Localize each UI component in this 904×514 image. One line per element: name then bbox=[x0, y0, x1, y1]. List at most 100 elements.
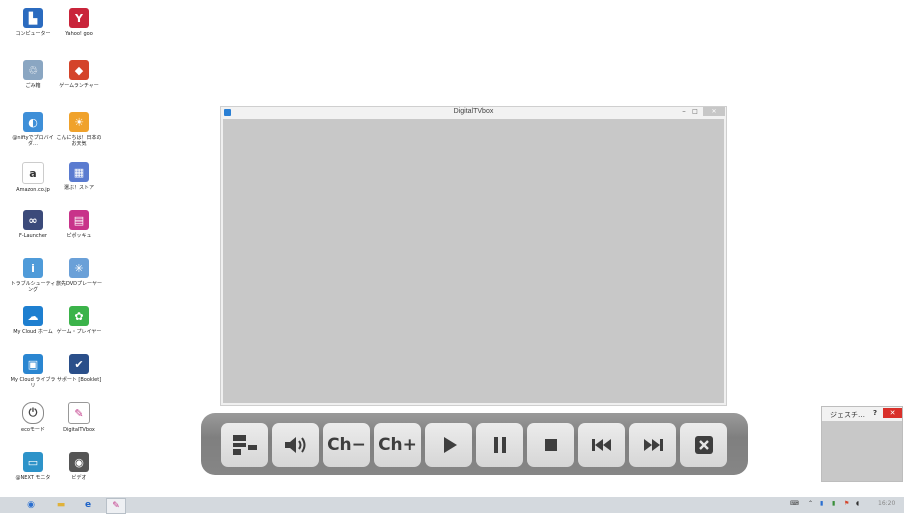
window-titlebar[interactable]: DigitalTVbox – □ ✕ bbox=[221, 107, 726, 119]
desktop-icon-mycloud-home[interactable]: ☁ My Cloud ホーム bbox=[9, 304, 57, 352]
desktop-icon-label: こんにちは！日本のお天気 bbox=[56, 135, 102, 147]
gesture-titlebar[interactable]: ジェスチ… ? ✕ bbox=[822, 407, 902, 421]
flag-icon[interactable]: ⚑ bbox=[844, 500, 849, 507]
launcher-icon: ∞ bbox=[23, 210, 43, 230]
desktop-icon-label: トラブルシューティング bbox=[10, 281, 56, 293]
desktop-icon-eco[interactable]: ⏻ ecoモード bbox=[9, 400, 57, 448]
game-icon: ◆ bbox=[69, 60, 89, 80]
taskbar-digitaltvbox[interactable]: ✎ bbox=[106, 498, 126, 514]
yahoo-icon: Y bbox=[69, 8, 89, 28]
skip-forward-icon bbox=[643, 439, 663, 451]
video-area[interactable] bbox=[223, 119, 724, 403]
desktop-icon-label: ピポッキュ bbox=[66, 233, 92, 239]
desktop-icon-weather[interactable]: ☀ こんにちは！日本のお天気 bbox=[55, 110, 103, 158]
power-icon: ⏻ bbox=[22, 402, 44, 424]
speaker-icon bbox=[284, 437, 305, 453]
desktop-icon-label: @niftyでプロバイダ… bbox=[12, 135, 54, 147]
window-title: DigitalTVbox bbox=[453, 108, 494, 115]
internet-explorer-icon[interactable]: e bbox=[79, 498, 97, 512]
desktop-icon-amazon[interactable]: a Amazon.co.jp bbox=[9, 160, 57, 208]
keyboard-icon[interactable]: ⌨ bbox=[790, 500, 799, 507]
computer-icon: ▙ bbox=[23, 8, 43, 28]
desktop-icon-label: サポート [Booklet] bbox=[56, 377, 102, 383]
desktop-icon-computer[interactable]: ▙ コンピューター bbox=[9, 6, 57, 54]
desktop-icon-video[interactable]: ◉ ビデオ bbox=[55, 450, 103, 498]
play-button[interactable] bbox=[425, 423, 472, 467]
desktop-icon-yahoo[interactable]: Y Yahoo! goo bbox=[55, 6, 103, 54]
recycle-bin-icon: ♲ bbox=[23, 60, 43, 80]
desktop-icon-support[interactable]: ✔ サポート [Booklet] bbox=[55, 352, 103, 400]
desktop-icon-label: @NEXT モニタ bbox=[15, 475, 51, 481]
minimize-button[interactable]: – bbox=[679, 107, 689, 117]
chevron-up-icon[interactable]: ⌃ bbox=[808, 500, 813, 507]
layout-icon bbox=[232, 435, 257, 455]
desktop-icon-game-launcher[interactable]: ◆ ゲームランチャー bbox=[55, 58, 103, 106]
store-icon: ▦ bbox=[69, 162, 89, 182]
channel-down-button[interactable]: Ch− bbox=[323, 423, 370, 467]
desktop-icon-label: F-Launcher bbox=[19, 233, 47, 239]
desktop-icon-next-monitor[interactable]: ▭ @NEXT モニタ bbox=[9, 450, 57, 498]
next-button[interactable] bbox=[629, 423, 676, 467]
taskbar: ◉ ▬ e ✎ ⌨ ⌃ ▮ ▮ ⚑ ◖ 16:20 bbox=[0, 497, 904, 514]
volume-button[interactable] bbox=[272, 423, 319, 467]
desktop-icon-label: Amazon.co.jp bbox=[16, 187, 50, 193]
close-button[interactable]: ✕ bbox=[703, 107, 725, 116]
amazon-icon: a bbox=[22, 162, 44, 184]
pause-icon bbox=[493, 437, 506, 453]
pause-button[interactable] bbox=[476, 423, 523, 467]
desktop-icon-troubleshoot[interactable]: i トラブルシューティング bbox=[9, 256, 57, 304]
desktop-icon-label: Yahoo! goo bbox=[65, 31, 93, 37]
stop-icon bbox=[544, 439, 557, 451]
maximize-button[interactable]: □ bbox=[690, 107, 700, 117]
desktop-icon-label: My Cloud ライブラリ bbox=[10, 377, 56, 389]
play-icon bbox=[443, 437, 457, 453]
cloud-icon: ☁ bbox=[23, 306, 43, 326]
desktop-icon-mycloud-library[interactable]: ▣ My Cloud ライブラリ bbox=[9, 352, 57, 400]
desktop-icon-nifty[interactable]: ◐ @niftyでプロバイダ… bbox=[9, 110, 57, 158]
library-icon: ▣ bbox=[23, 354, 43, 374]
help-button[interactable]: ? bbox=[873, 409, 877, 417]
desktop-icon-pipokyu[interactable]: ▤ ピポッキュ bbox=[55, 208, 103, 256]
gesture-window: ジェスチ… ? ✕ bbox=[821, 406, 903, 482]
stop-button[interactable] bbox=[527, 423, 574, 467]
control-bar: Ch− Ch+ bbox=[201, 413, 748, 475]
previous-button[interactable] bbox=[578, 423, 625, 467]
close-icon bbox=[694, 436, 713, 454]
channel-up-button[interactable]: Ch+ bbox=[374, 423, 421, 467]
desktop-icon-digitaltvbox[interactable]: ✎ DigitalTVbox bbox=[55, 400, 103, 448]
checkmark-icon: ✔ bbox=[69, 354, 89, 374]
exit-button[interactable] bbox=[680, 423, 727, 467]
desktop-icon-store[interactable]: ▦ 選ぶ！ストア bbox=[55, 160, 103, 208]
gesture-close-button[interactable]: ✕ bbox=[883, 408, 902, 418]
desktop-icon-label: DigitalTVbox bbox=[63, 427, 95, 433]
desktop-icon-label: My Cloud ホーム bbox=[13, 329, 53, 335]
desktop-icon-dvd[interactable]: ✳ 旅先DVDプレーヤー bbox=[55, 256, 103, 304]
start-button[interactable]: ◉ bbox=[22, 498, 40, 512]
file-explorer-icon[interactable]: ▬ bbox=[52, 498, 70, 512]
desktop-icon-label: 選ぶ！ストア bbox=[63, 185, 94, 191]
video-icon: ◉ bbox=[69, 452, 89, 472]
speaker-tray-icon[interactable]: ◖ bbox=[856, 500, 859, 507]
desktop-icon-label: ゲームランチャー bbox=[59, 83, 99, 89]
desktop-icon-game-player[interactable]: ✿ ゲーム・プレイヤー bbox=[55, 304, 103, 352]
desktop-icon-label: ecoモード bbox=[21, 427, 45, 433]
clock[interactable]: 16:20 bbox=[878, 500, 895, 507]
nifty-icon: ◐ bbox=[23, 112, 43, 132]
desktop-icon-label: ビデオ bbox=[71, 475, 87, 481]
desktop-icon-f-launcher[interactable]: ∞ F-Launcher bbox=[9, 208, 57, 256]
monitor-icon: ▭ bbox=[23, 452, 43, 472]
desktop-icon-recycle-bin[interactable]: ♲ ごみ箱 bbox=[9, 58, 57, 106]
sun-icon: ☀ bbox=[69, 112, 89, 132]
clover-icon: ✿ bbox=[69, 306, 89, 326]
pen-icon: ✎ bbox=[68, 402, 90, 424]
gesture-title: ジェスチ… bbox=[830, 411, 865, 419]
desktop-icon-label: コンピューター bbox=[15, 31, 51, 37]
battery-icon[interactable]: ▮ bbox=[832, 500, 835, 507]
layout-button[interactable] bbox=[221, 423, 268, 467]
info-icon: i bbox=[23, 258, 43, 278]
digitaltvbox-window: DigitalTVbox – □ ✕ bbox=[220, 106, 727, 406]
network-icon[interactable]: ▮ bbox=[820, 500, 823, 507]
disc-icon: ✳ bbox=[69, 258, 89, 278]
desktop-icon-label: ゲーム・プレイヤー bbox=[56, 329, 102, 335]
desktop-icon-label: 旅先DVDプレーヤー bbox=[55, 281, 103, 287]
